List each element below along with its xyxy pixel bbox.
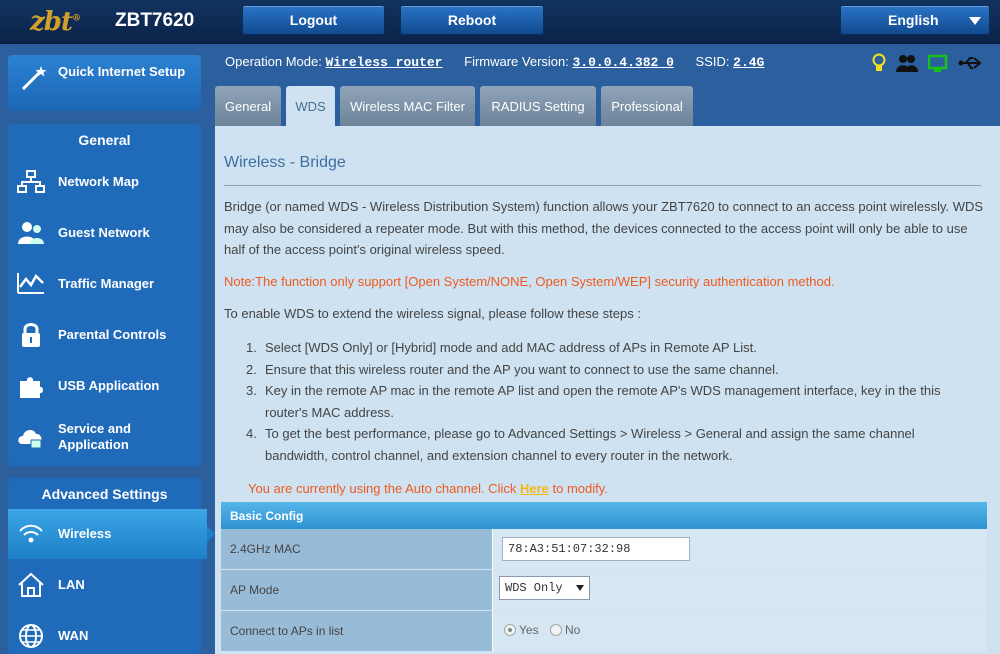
traffic-manager-icon bbox=[17, 273, 44, 294]
language-select[interactable]: English bbox=[840, 5, 990, 35]
guest-network-icon bbox=[18, 222, 44, 244]
ssid-link[interactable]: 2.4G bbox=[733, 55, 764, 70]
tab-bar: General WDS Wireless MAC Filter RADIUS S… bbox=[215, 86, 1000, 126]
tab-professional[interactable]: Professional bbox=[601, 86, 693, 126]
sidebar: Quick Internet Setup General Network Map… bbox=[0, 44, 215, 654]
usb-status-icon[interactable] bbox=[958, 53, 982, 73]
sidebar-item-label: LAN bbox=[58, 577, 85, 592]
magic-wand-icon bbox=[21, 66, 47, 91]
logout-button[interactable]: Logout bbox=[242, 5, 385, 35]
operation-mode-label: Operation Mode: bbox=[225, 54, 322, 69]
sidebar-item-label: Traffic Manager bbox=[58, 276, 155, 291]
reboot-button[interactable]: Reboot bbox=[400, 5, 544, 35]
list-item: 2. Ensure that this wireless router and t… bbox=[246, 361, 779, 377]
ap-mode-label: AP Mode bbox=[221, 570, 493, 610]
sidebar-item-label: Guest Network bbox=[58, 225, 150, 240]
puzzle-icon bbox=[20, 377, 43, 398]
sidebar-item-traffic-manager[interactable]: Traffic Manager bbox=[8, 259, 201, 309]
list-item: 1. Select [WDS Only] or [Hybrid] mode and… bbox=[246, 340, 757, 355]
advanced-settings-heading: Advanced Settings bbox=[41, 486, 168, 502]
sidebar-item-usb-application[interactable]: USB Application bbox=[8, 361, 201, 411]
lock-icon bbox=[22, 323, 40, 347]
tab-radius-setting[interactable]: RADIUS Setting bbox=[480, 86, 596, 126]
sidebar-item-label: Wireless bbox=[58, 526, 112, 541]
model-name: ZBT7620 bbox=[115, 10, 195, 31]
channel-notice: You are currently using the Auto channel… bbox=[248, 481, 608, 496]
language-value: English bbox=[888, 12, 939, 28]
quick-internet-setup-button[interactable]: Quick Internet Setup bbox=[8, 55, 201, 111]
wifi-icon bbox=[19, 524, 43, 543]
cloud-icon bbox=[18, 430, 42, 449]
sidebar-item-lan[interactable]: LAN bbox=[8, 560, 201, 610]
network-map-icon bbox=[17, 170, 45, 193]
firmware-version-link[interactable]: 3.0.0.4.382_0 bbox=[573, 55, 674, 70]
page-title: Wireless - Bridge bbox=[224, 154, 346, 171]
sidebar-item-wireless[interactable]: Wireless bbox=[8, 509, 215, 559]
firmware-version-label: Firmware Version: bbox=[464, 54, 569, 69]
main-area: Operation Mode: Wireless router Firmware… bbox=[215, 44, 1000, 654]
operation-mode-link[interactable]: Wireless router bbox=[325, 55, 442, 70]
connect-no-radio[interactable]: No bbox=[550, 623, 580, 637]
mac-label: 2.4GHz MAC bbox=[221, 529, 493, 569]
security-note: Note:The function only support [Open Sys… bbox=[224, 274, 835, 289]
sidebar-item-label: Network Map bbox=[58, 174, 139, 189]
mac-address-field[interactable] bbox=[502, 537, 690, 561]
sidebar-item-network-map[interactable]: Network Map bbox=[8, 157, 201, 207]
sidebar-item-wan[interactable]: WAN bbox=[8, 611, 201, 654]
ap-mode-select[interactable]: WDS Only bbox=[499, 576, 590, 600]
sidebar-item-label: USB Application bbox=[58, 378, 160, 393]
status-icons bbox=[872, 52, 992, 74]
sidebar-item-guest-network[interactable]: Guest Network bbox=[8, 208, 201, 258]
sidebar-item-label: Parental Controls bbox=[58, 327, 167, 342]
quick-internet-setup-label: Quick Internet Setup bbox=[58, 64, 186, 79]
globe-icon bbox=[19, 624, 43, 648]
table-row: 2.4GHz MAC bbox=[221, 529, 987, 569]
sidebar-item-label: WAN bbox=[58, 628, 89, 643]
steps-list: 1. Select [WDS Only] or [Hybrid] mode and… bbox=[246, 337, 981, 466]
home-icon bbox=[18, 572, 44, 597]
description-text: Bridge (or named WDS - Wireless Distribu… bbox=[224, 199, 984, 257]
connect-aps-label: Connect to APs in list bbox=[221, 611, 493, 651]
general-heading: General bbox=[78, 132, 131, 148]
lightbulb-icon[interactable] bbox=[872, 53, 886, 73]
sidebar-item-parental-controls[interactable]: Parental Controls bbox=[8, 310, 201, 360]
brand-logo: zbt® bbox=[30, 7, 81, 37]
table-row: Connect to APs in list Yes No bbox=[221, 611, 987, 651]
list-item: 4. To get the best performance, please go… bbox=[246, 426, 915, 463]
tab-wds[interactable]: WDS bbox=[286, 86, 335, 126]
ssid-label: SSID: bbox=[695, 54, 730, 69]
title-divider bbox=[224, 185, 981, 186]
sidebar-item-label: Service and Application bbox=[58, 421, 131, 452]
steps-intro: To enable WDS to extend the wireless sig… bbox=[224, 306, 641, 321]
tab-wireless-mac-filter[interactable]: Wireless MAC Filter bbox=[340, 86, 475, 126]
chevron-down-icon bbox=[576, 585, 584, 591]
top-bar: zbt® ZBT7620 Logout Reboot English bbox=[0, 0, 1000, 44]
list-item: 3. Key in the remote AP mac in the remote… bbox=[246, 383, 941, 420]
basic-config-table: Basic Config 2.4GHz MAC AP Mode WDS Only… bbox=[221, 502, 987, 654]
internet-status-icon[interactable] bbox=[928, 53, 948, 73]
clients-icon[interactable] bbox=[896, 53, 918, 73]
channel-here-link[interactable]: Here bbox=[520, 481, 549, 496]
sidebar-item-service-and-application[interactable]: Service and Application bbox=[8, 412, 201, 462]
chevron-down-icon bbox=[969, 17, 981, 25]
content-panel: Wireless - Bridge Bridge (or named WDS -… bbox=[215, 126, 1000, 654]
table-row: AP Mode WDS Only bbox=[221, 570, 987, 610]
tab-general[interactable]: General bbox=[215, 86, 281, 126]
basic-config-heading: Basic Config bbox=[221, 502, 987, 529]
connect-yes-radio[interactable]: Yes bbox=[504, 623, 539, 637]
